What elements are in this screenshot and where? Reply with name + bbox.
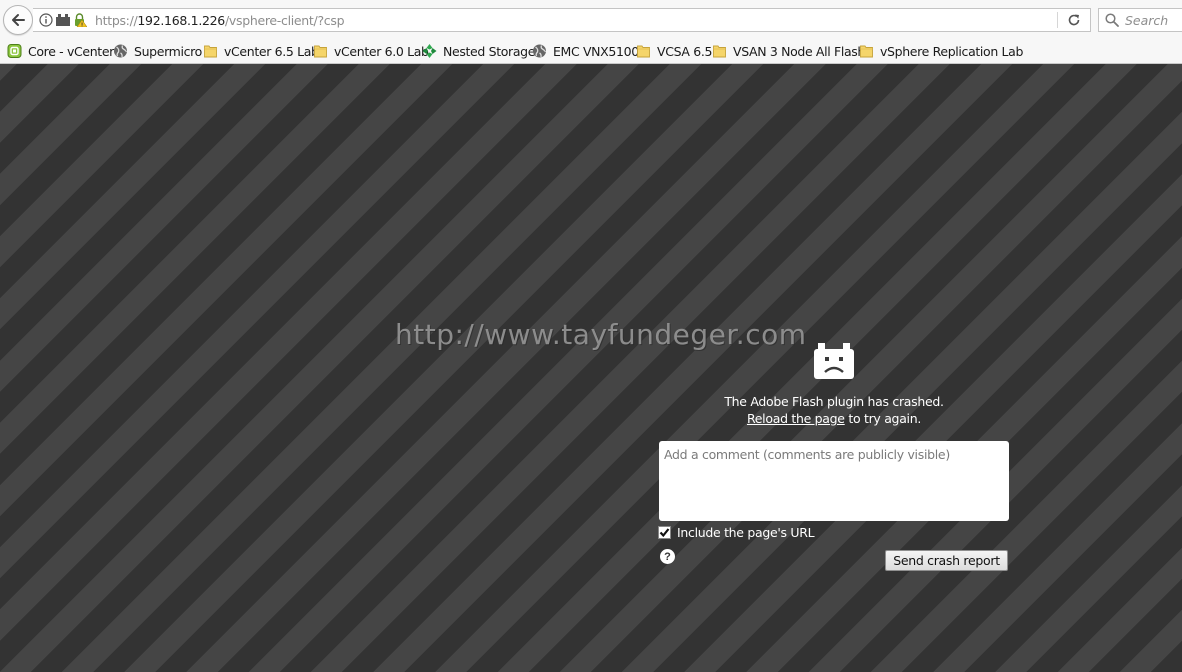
folder-icon xyxy=(204,45,217,58)
navigation-toolbar: https://192.168.1.226/vsphere-client/?cs… xyxy=(0,0,1182,38)
url-path: /vsphere-client/?csp xyxy=(224,13,345,28)
bookmark-emc-vnx5100[interactable]: EMC VNX5100 xyxy=(531,42,639,60)
bookmark-vcsa-65[interactable]: VCSA 6.5 xyxy=(635,42,712,60)
reload-suffix: to try again. xyxy=(844,411,922,426)
checkmark-icon xyxy=(659,528,670,538)
help-icon[interactable]: ? xyxy=(660,549,675,564)
send-crash-report-button[interactable]: Send crash report xyxy=(885,550,1008,571)
sad-plugin-icon xyxy=(814,343,854,379)
bookmark-label: Nested Storage xyxy=(443,43,536,59)
bookmark-core-vcenter[interactable]: Core - vCenter xyxy=(6,42,114,60)
bookmark-label: vCenter 6.5 Lab xyxy=(224,43,319,59)
folder-icon xyxy=(860,45,873,58)
insecure-lock-icon[interactable] xyxy=(73,13,87,27)
reload-page-link[interactable]: Reload the page xyxy=(747,411,845,426)
url-bar[interactable]: https://192.168.1.226/vsphere-client/?cs… xyxy=(33,8,1091,32)
folder-icon xyxy=(713,45,726,58)
back-arrow-icon xyxy=(12,14,25,26)
flash-crash-page: http://www.tayfundeger.com The Adobe Fla… xyxy=(0,64,1182,672)
include-url-row[interactable]: Include the page's URL xyxy=(658,525,815,540)
include-url-label: Include the page's URL xyxy=(677,525,815,540)
bookmark-vsphere-replication-lab[interactable]: vSphere Replication Lab xyxy=(858,42,1023,60)
bookmark-vcenter-60-lab[interactable]: vCenter 6.0 Lab xyxy=(312,42,429,60)
bookmark-vsan-3-node[interactable]: VSAN 3 Node All Flash xyxy=(711,42,865,60)
bookmarks-toolbar: Core - vCenter Supermicro vCenter 6.5 La… xyxy=(0,38,1182,64)
info-icon[interactable] xyxy=(39,13,53,27)
site-identity[interactable] xyxy=(39,12,87,28)
plugin-icon[interactable] xyxy=(56,14,70,26)
green-logo-icon xyxy=(422,44,437,58)
bookmark-label: EMC VNX5100 xyxy=(553,43,639,59)
vmware-icon xyxy=(7,44,22,58)
globe-icon xyxy=(533,44,547,58)
include-url-checkbox[interactable] xyxy=(658,526,671,539)
search-bar[interactable]: Search xyxy=(1098,8,1182,32)
globe-icon xyxy=(114,44,128,58)
crash-title: The Adobe Flash plugin has crashed. xyxy=(724,394,944,409)
folder-icon xyxy=(314,45,327,58)
back-button[interactable] xyxy=(3,5,33,35)
search-icon xyxy=(1105,13,1119,27)
bookmark-supermicro[interactable]: Supermicro xyxy=(112,42,202,60)
search-placeholder: Search xyxy=(1125,13,1169,28)
folder-icon xyxy=(637,45,650,58)
url-text[interactable]: https://192.168.1.226/vsphere-client/?cs… xyxy=(95,13,345,28)
reload-line: Reload the page to try again. xyxy=(659,410,1009,427)
bookmark-label: Supermicro xyxy=(134,43,202,59)
url-host: 192.168.1.226 xyxy=(137,13,225,28)
bookmark-label: VSAN 3 Node All Flash xyxy=(733,43,865,59)
crash-message: The Adobe Flash plugin has crashed. Relo… xyxy=(659,393,1009,427)
reload-button[interactable] xyxy=(1066,12,1082,28)
url-scheme: https:// xyxy=(95,13,138,28)
watermark: http://www.tayfundeger.com xyxy=(395,318,807,351)
bookmark-label: vSphere Replication Lab xyxy=(880,43,1024,59)
bookmark-nested-storage[interactable]: Nested Storage xyxy=(421,42,535,60)
bookmark-label: vCenter 6.0 Lab xyxy=(334,43,429,59)
bookmark-label: VCSA 6.5 xyxy=(657,43,713,59)
reload-icon xyxy=(1068,14,1080,26)
bookmark-label: Core - vCenter xyxy=(28,43,114,59)
bookmark-vcenter-65-lab[interactable]: vCenter 6.5 Lab xyxy=(202,42,319,60)
url-bar-separator xyxy=(1057,12,1058,28)
crash-comment-input[interactable] xyxy=(659,441,1009,521)
